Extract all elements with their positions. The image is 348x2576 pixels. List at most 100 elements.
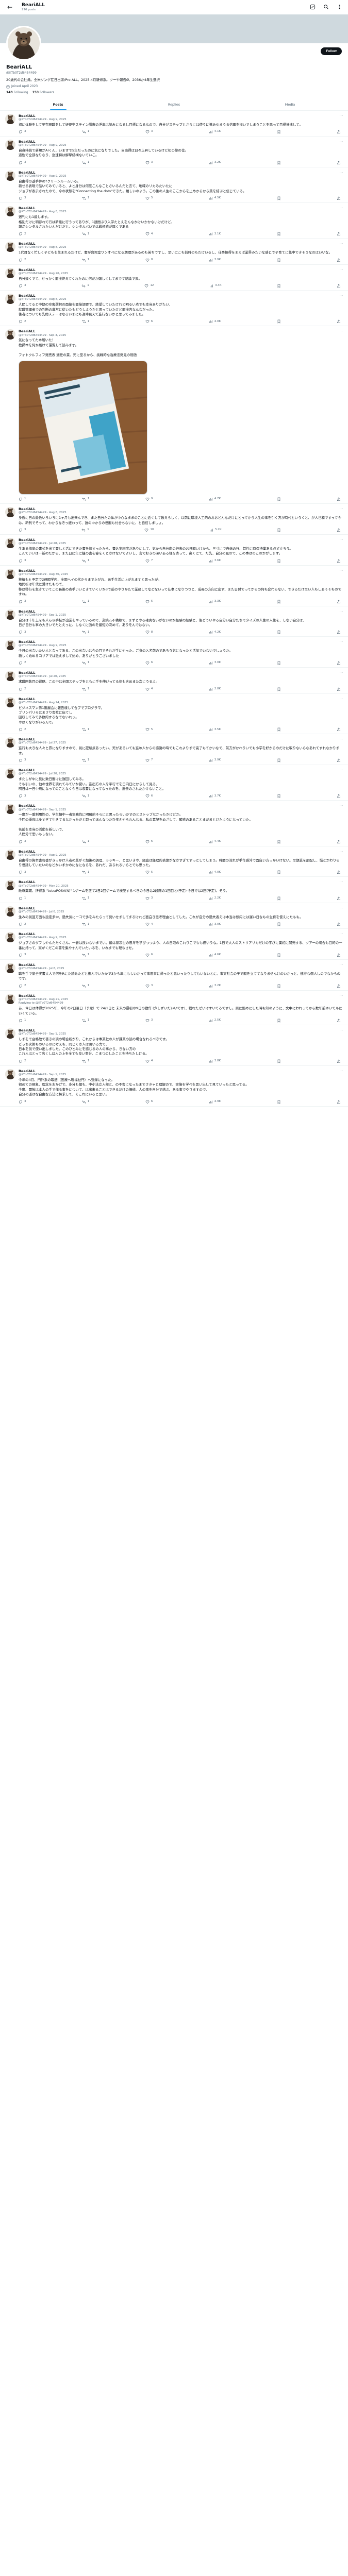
tweet-author-name[interactable]: BeariALL [19, 569, 343, 573]
tweet[interactable]: BeariALL @KTb0T2d6454499 · Aug 9, 2025 ·… [0, 637, 348, 668]
views-button[interactable]: 2.8K [209, 687, 221, 691]
tweet-author-name[interactable]: BeariALL [19, 1028, 343, 1032]
repost-button[interactable]: 1 [82, 984, 89, 988]
repost-button[interactable]: 1 [82, 758, 89, 762]
tweet-handle-date[interactable]: @KTb0T2d6454499 · Aug 9, 2025 [19, 936, 343, 940]
reply-button[interactable]: 3 [19, 130, 26, 134]
bookmark-button[interactable] [277, 600, 281, 604]
tweet-handle-date[interactable]: @KTb0T2d6454499 · Jul 20, 2025 [19, 675, 343, 679]
tweet-avatar[interactable] [5, 329, 15, 340]
bookmark-button[interactable] [277, 661, 281, 665]
repost-button[interactable]: 1 [82, 870, 89, 874]
tweet-author-name[interactable]: BeariALL [19, 932, 343, 936]
like-button[interactable]: 7 [145, 758, 153, 762]
reply-button[interactable]: 2 [19, 727, 26, 732]
tweet-avatar[interactable] [5, 537, 15, 548]
repost-button[interactable]: 1 [82, 687, 89, 691]
like-button[interactable]: 6 [145, 1100, 153, 1104]
tweet-more-icon[interactable]: ··· [339, 206, 343, 211]
tweet-avatar[interactable] [5, 697, 15, 707]
share-button[interactable] [337, 196, 341, 200]
bookmark-button[interactable] [277, 232, 281, 236]
tweet-handle-date[interactable]: @KTb0T2d6454499 · Sep 1, 2025 [19, 1032, 343, 1036]
tweet-more-icon[interactable]: ··· [339, 294, 343, 298]
tweet-avatar[interactable] [5, 963, 15, 974]
like-button[interactable]: 4 [145, 1059, 153, 1063]
views-button[interactable]: 3.9K [209, 758, 221, 762]
tweet-author-name[interactable]: BeariALL [19, 640, 343, 644]
more-options-icon[interactable] [336, 3, 343, 10]
tweet-handle-date[interactable]: @KTb0T2d6454499 · Aug 8, 2025 [19, 511, 343, 515]
reply-button[interactable]: 3 [19, 284, 26, 288]
tweet-avatar[interactable] [5, 507, 15, 518]
tweet-more-icon[interactable]: ··· [339, 963, 343, 968]
views-button[interactable]: 4.0K [209, 870, 221, 874]
repost-button[interactable]: 1 [82, 953, 89, 957]
like-button[interactable]: 4 [145, 687, 153, 691]
tweet[interactable]: BeariALL @KTb0T2d6454499 · Aug 26, 2025 … [0, 265, 348, 291]
tweet-avatar[interactable] [5, 568, 15, 579]
tweet-author-name[interactable]: BeariALL [19, 140, 343, 144]
tweet-handle-date[interactable]: @KTb0T2d6454499 · Aug 9, 2025 [19, 175, 343, 178]
tweet-more-icon[interactable]: ··· [339, 538, 343, 543]
reply-button[interactable]: 3 [19, 161, 26, 165]
tweet-more-icon[interactable]: ··· [339, 609, 343, 614]
tweet-more-icon[interactable]: ··· [339, 242, 343, 246]
tweet-more-icon[interactable]: ··· [339, 906, 343, 911]
tweet-more-icon[interactable]: ··· [339, 171, 343, 175]
views-button[interactable]: 5.2K [209, 528, 222, 532]
share-button[interactable] [337, 687, 341, 691]
share-button[interactable] [337, 130, 341, 134]
tweet-avatar[interactable] [5, 849, 15, 860]
tweet[interactable]: BeariALL @KTb0T2d6454499 · Sep 1, 2025 ·… [0, 1066, 348, 1107]
views-button[interactable]: 3.2K [209, 161, 221, 165]
tweet-avatar[interactable] [5, 640, 15, 651]
views-button[interactable]: 4.4K [209, 840, 221, 844]
tweet-avatar[interactable] [5, 768, 15, 779]
repost-button[interactable]: 1 [82, 497, 89, 501]
tweet-author-name[interactable]: BeariALL [19, 242, 343, 246]
tweet-handle-date[interactable]: @KTb0T2d6454499 · Aug 26, 2025 [19, 272, 343, 276]
tweet-author-name[interactable]: BeariALL [19, 880, 343, 884]
bookmark-button[interactable] [277, 758, 281, 762]
tweet-handle-date[interactable]: @KTb0T2d6454499 · Sep 1, 2025 [19, 614, 343, 617]
bookmark-button[interactable] [277, 528, 281, 532]
tweet[interactable]: BeariALL @KTb0T2d6454499 · Aug 9, 2025 ·… [0, 929, 348, 960]
tweet-more-icon[interactable]: ··· [339, 140, 343, 144]
tweet-replying-to[interactable]: Replying to @KTb0T2d6454499 [19, 1002, 343, 1005]
share-button[interactable] [337, 661, 341, 665]
views-button[interactable]: 4.6K [209, 953, 221, 957]
share-button[interactable] [337, 896, 341, 901]
follow-button[interactable]: Follow [321, 47, 342, 55]
tweet-avatar[interactable] [5, 671, 15, 682]
repost-button[interactable]: 1 [82, 922, 89, 926]
tweet-author-name[interactable]: BeariALL [19, 994, 343, 998]
tweet-handle-date[interactable]: @KTb0T2d6454499 · Sep 1, 2025 [19, 808, 343, 812]
search-icon[interactable] [322, 3, 329, 10]
tweet-more-icon[interactable]: ··· [339, 737, 343, 742]
tweet-handle-date[interactable]: @KTb0T2d6454499 · Aug 8, 2025 [19, 210, 343, 214]
repost-button[interactable]: 1 [82, 161, 89, 165]
like-button[interactable]: 8 [145, 630, 153, 634]
tweet[interactable]: BeariALL @KTb0T2d6454499 · Sep 1, 2025 ·… [0, 801, 348, 846]
tweet-handle-date[interactable]: @KTb0T2d6454499 · Aug 9, 2025 [19, 644, 343, 648]
tweet-more-icon[interactable]: ··· [339, 850, 343, 854]
tweet-handle-date[interactable]: @KTb0T2d6454499 · Sep 1, 2025 [19, 1073, 343, 1077]
views-button[interactable]: 3.3K [209, 600, 221, 604]
repost-button[interactable]: 1 [82, 130, 89, 134]
bookmark-button[interactable] [277, 161, 281, 165]
tweet-author-name[interactable]: BeariALL [19, 329, 343, 333]
tweet-author-name[interactable]: BeariALL [19, 294, 343, 298]
views-button[interactable]: 4.5K [209, 196, 221, 200]
like-button[interactable]: 8 [145, 258, 153, 262]
like-button[interactable]: 4 [145, 922, 153, 926]
reply-button[interactable]: 3 [19, 794, 26, 799]
repost-button[interactable]: 1 [82, 196, 89, 200]
like-button[interactable]: 9 [145, 497, 153, 501]
bookmark-button[interactable] [277, 1100, 281, 1104]
tweet-avatar[interactable] [5, 206, 15, 217]
tweet[interactable]: BeariALL @KTb0T2d6454499 · Aug 24, 2025 … [0, 694, 348, 735]
tweet-author-name[interactable]: BeariALL [19, 171, 343, 175]
tweet-handle-date[interactable]: @KTb0T2d6454499 · Jul 27, 2025 [19, 741, 343, 745]
tweet[interactable]: BeariALL @KTb0T2d6454499 · Aug 9, 2025 ·… [0, 137, 348, 167]
